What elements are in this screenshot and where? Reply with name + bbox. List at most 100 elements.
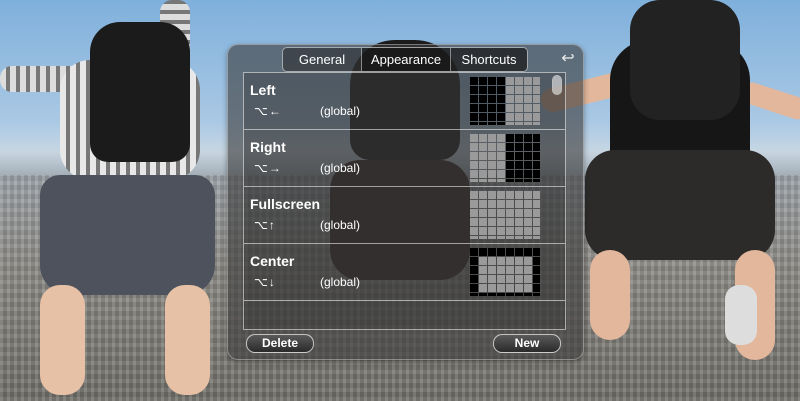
preview-cell: [506, 143, 514, 151]
preview-cell: [515, 257, 523, 265]
preview-cell: [479, 284, 487, 292]
person-left-shorts: [40, 175, 215, 295]
preview-cell: [470, 293, 478, 296]
person-right-shoe: [725, 285, 757, 345]
preview-cell: [488, 179, 496, 182]
preview-cell: [524, 86, 532, 94]
preview-cell: [524, 143, 532, 151]
shortcut-scope: (global): [320, 275, 361, 289]
shortcut-row-left[interactable]: Left ⌥← (global): [244, 73, 565, 130]
preview-cell: [506, 77, 514, 85]
preview-cell: [497, 284, 505, 292]
tab-bar: General Appearance Shortcuts: [282, 47, 528, 72]
fullscreen-preview-icon: [470, 191, 540, 239]
preview-cell: [470, 104, 478, 112]
preview-cell: [479, 113, 487, 121]
tab-shortcuts[interactable]: Shortcuts: [451, 48, 527, 71]
preview-cell: [470, 170, 478, 178]
preview-cell: [497, 191, 505, 199]
preview-cell: [515, 275, 523, 283]
preview-cell: [533, 227, 540, 235]
preview-cell: [497, 77, 505, 85]
person-right-shorts: [585, 150, 775, 260]
preview-cell: [470, 218, 478, 226]
preview-cell: [515, 209, 523, 217]
shortcut-row-center[interactable]: Center ⌥↓ (global): [244, 244, 565, 301]
preview-cell: [470, 227, 478, 235]
preview-cell: [470, 236, 478, 239]
preview-cell: [515, 284, 523, 292]
preview-cell: [497, 152, 505, 160]
preview-cell: [497, 227, 505, 235]
preview-cell: [488, 134, 496, 142]
preview-cell: [488, 77, 496, 85]
preview-cell: [506, 266, 514, 274]
preview-cell: [470, 161, 478, 169]
shortcut-name: Right: [250, 139, 286, 155]
preview-cell: [524, 134, 532, 142]
tab-general[interactable]: General: [283, 48, 362, 71]
preview-cell: [515, 161, 523, 169]
preview-cell: [479, 227, 487, 235]
preview-cell: [497, 143, 505, 151]
undo-arrow-icon[interactable]: ↩: [558, 49, 578, 69]
preview-cell: [515, 77, 523, 85]
preview-cell: [479, 152, 487, 160]
preview-cell: [515, 293, 523, 296]
preview-cell: [506, 248, 514, 256]
preview-cell: [497, 293, 505, 296]
preview-cell: [479, 104, 487, 112]
preview-cell: [479, 134, 487, 142]
preview-cell: [515, 86, 523, 94]
preview-cell: [488, 236, 496, 239]
preview-cell: [497, 161, 505, 169]
tab-appearance[interactable]: Appearance: [362, 48, 451, 71]
preview-cell: [488, 200, 496, 208]
shortcut-row-fullscreen[interactable]: Fullscreen ⌥↑ (global): [244, 187, 565, 244]
preview-cell: [488, 209, 496, 217]
preview-cell: [506, 152, 514, 160]
preview-cell: [470, 152, 478, 160]
preview-cell: [488, 293, 496, 296]
preview-cell: [470, 86, 478, 94]
preview-cell: [470, 134, 478, 142]
delete-button[interactable]: Delete: [246, 334, 314, 353]
preview-cell: [533, 152, 540, 160]
preview-cell: [524, 95, 532, 103]
preview-cell: [506, 179, 514, 182]
preview-cell: [533, 293, 540, 296]
preview-cell: [515, 227, 523, 235]
preview-cell: [524, 293, 532, 296]
preview-cell: [488, 218, 496, 226]
preview-cell: [479, 95, 487, 103]
person-right-backpack: [630, 0, 740, 120]
preview-cell: [506, 236, 514, 239]
preview-cell: [506, 191, 514, 199]
preview-cell: [497, 113, 505, 121]
preview-cell: [524, 200, 532, 208]
preview-cell: [533, 95, 540, 103]
preview-cell: [506, 161, 514, 169]
list-scrollbar[interactable]: [552, 75, 562, 95]
preview-cell: [524, 179, 532, 182]
preview-cell: [533, 77, 540, 85]
preview-cell: [515, 248, 523, 256]
shortcut-row-right[interactable]: Right ⌥→ (global): [244, 130, 565, 187]
preview-cell: [524, 113, 532, 121]
preview-cell: [533, 218, 540, 226]
preview-cell: [497, 134, 505, 142]
preview-cell: [524, 152, 532, 160]
preview-cell: [479, 293, 487, 296]
preview-cell: [515, 113, 523, 121]
preview-cell: [515, 170, 523, 178]
new-button[interactable]: New: [493, 334, 561, 353]
preview-cell: [533, 134, 540, 142]
preview-cell: [470, 95, 478, 103]
preview-cell: [479, 191, 487, 199]
preview-cell: [488, 122, 496, 125]
preview-cell: [524, 266, 532, 274]
preview-cell: [533, 179, 540, 182]
preview-cell: [479, 257, 487, 265]
preview-cell: [506, 275, 514, 283]
preview-cell: [488, 227, 496, 235]
